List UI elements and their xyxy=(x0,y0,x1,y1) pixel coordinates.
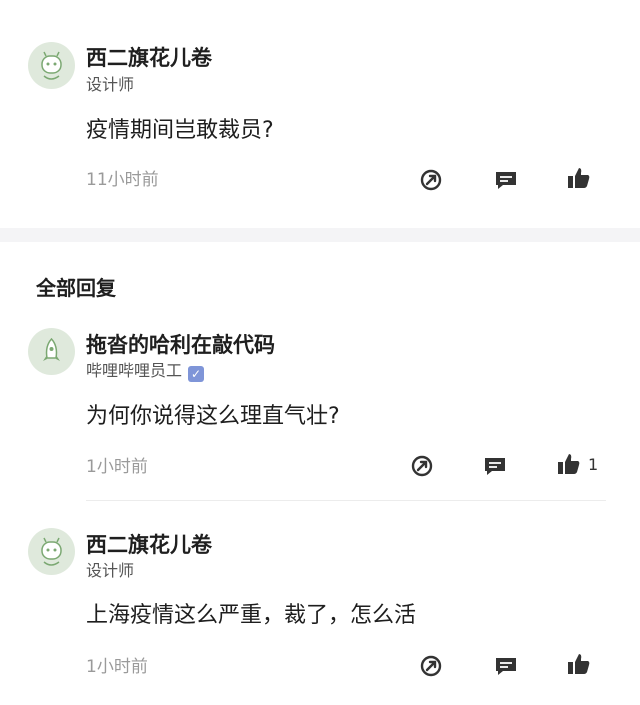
user-role: 设计师 xyxy=(86,75,135,94)
thumbs-up-icon xyxy=(568,654,590,674)
user-role: 设计师 xyxy=(86,561,135,580)
share-icon xyxy=(420,655,442,677)
share-button[interactable] xyxy=(418,167,444,193)
top-comment: 西二旗花儿卷 设计师 疫情期间岂敢裁员? 11小时前 xyxy=(0,0,640,228)
like-count: 1 xyxy=(588,455,599,474)
verified-badge-icon: ✓ xyxy=(188,366,205,382)
reply-separator xyxy=(86,500,606,501)
user-role-text: 哔哩哔哩员工 xyxy=(86,361,183,380)
comment-button[interactable] xyxy=(493,653,519,679)
timestamp: 11小时前 xyxy=(86,170,159,190)
username[interactable]: 西二旗花儿卷 xyxy=(86,529,212,559)
thumbs-up-icon xyxy=(568,168,590,188)
username[interactable]: 拖沓的哈利在敲代码 xyxy=(86,329,275,359)
timestamp: 1小时前 xyxy=(86,457,148,477)
rocket-avatar-icon xyxy=(43,337,60,361)
comment-button[interactable] xyxy=(493,167,519,193)
comment-button[interactable] xyxy=(482,453,508,479)
robot-avatar-icon xyxy=(41,537,62,566)
comment-icon xyxy=(485,458,505,475)
username[interactable]: 西二旗花儿卷 xyxy=(86,42,212,72)
share-icon xyxy=(420,169,442,191)
like-button[interactable] xyxy=(566,651,592,677)
comment-icon xyxy=(496,172,516,189)
avatar[interactable] xyxy=(28,328,75,375)
share-button[interactable] xyxy=(418,653,444,679)
avatar[interactable] xyxy=(28,42,75,89)
like-button[interactable] xyxy=(566,165,592,191)
robot-avatar-icon xyxy=(41,51,62,80)
comment-icon xyxy=(496,658,516,675)
like-button[interactable] xyxy=(556,451,582,477)
comment-text: 上海疫情这么严重，裁了，怎么活 xyxy=(86,603,417,628)
timestamp: 1小时前 xyxy=(86,657,148,677)
thumbs-up-icon xyxy=(558,454,580,474)
share-icon xyxy=(411,455,433,477)
user-role: 哔哩哔哩员工 ✓ xyxy=(86,357,205,382)
section-title: 全部回复 xyxy=(36,276,116,300)
section-divider xyxy=(0,228,640,242)
share-button[interactable] xyxy=(409,453,435,479)
comment-text: 为何你说得这么理直气壮? xyxy=(86,404,340,429)
comment-text: 疫情期间岂敢裁员? xyxy=(86,118,274,143)
avatar[interactable] xyxy=(28,528,75,575)
